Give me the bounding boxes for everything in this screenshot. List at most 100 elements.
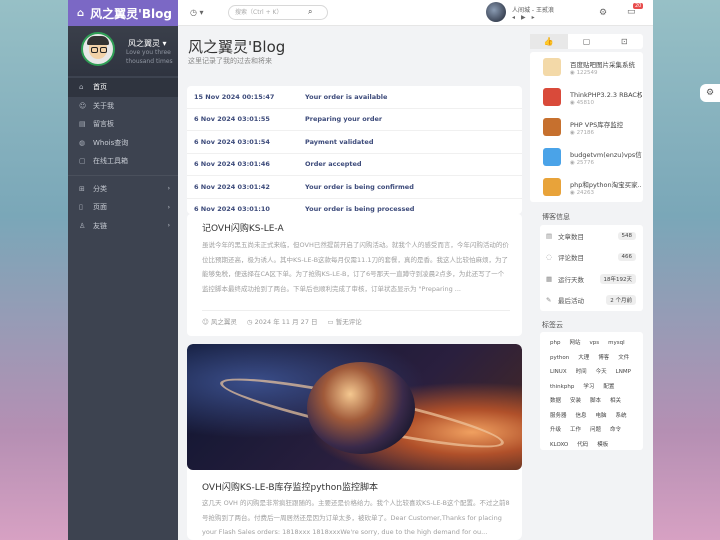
post-card: 记OVH闪购KS-LE-A 虽说今年的黑五尚未正式来临，但OVH已然提前开启了闪…: [187, 214, 522, 336]
tag[interactable]: thinkphp: [546, 382, 579, 391]
eye-icon: ◉: [570, 190, 575, 196]
grid-icon: ⊞: [79, 184, 85, 193]
timeline-row: 15 Nov 2024 00:15:47 Your order is availa…: [187, 86, 522, 109]
list-item[interactable]: PHP VPS库存监控 ◉ 27186: [530, 112, 643, 142]
message-icon: ▤: [79, 120, 86, 129]
search-icon[interactable]: ⌕: [308, 7, 312, 17]
post-excerpt: 虽说今年的黑五尚未正式来临，但OVH已然提前开启了闪购活动。就我个人的感受而言，…: [202, 241, 509, 294]
post-card: OVH闪购KS-LE-B库存监控python监控脚本 这几天 OVH 的闪购是非…: [187, 344, 522, 540]
tag[interactable]: 学习: [579, 382, 599, 391]
tag[interactable]: 信息: [572, 411, 592, 420]
tag[interactable]: 工作: [566, 425, 586, 434]
chat-icon[interactable]: ▢: [568, 34, 606, 49]
post-title[interactable]: OVH闪购KS-LE-B库存监控python监控脚本: [202, 480, 378, 493]
tag[interactable]: KLOXO: [546, 440, 573, 449]
tag[interactable]: 代码: [573, 440, 593, 449]
brand-link[interactable]: ⌂ 风之翼灵'Blog: [68, 0, 178, 26]
nav-item-pages[interactable]: ▯ 页面 ›: [68, 198, 178, 217]
nav-item-tools[interactable]: ▢ 在线工具箱: [68, 152, 178, 171]
search-input[interactable]: 搜索（Ctrl + K）: [228, 5, 328, 20]
nav-item-about[interactable]: ☺ 关于我: [68, 97, 178, 116]
page-subtitle: 这里记录了我的过去和将来: [188, 57, 272, 65]
tag-cloud: php 网站 vps mysql python 大理 博客 文件 LINUX 时…: [540, 332, 643, 450]
post-title[interactable]: 记OVH闪购KS-LE-A: [202, 221, 284, 234]
tag[interactable]: LINUX: [546, 367, 572, 376]
tag[interactable]: 相关: [606, 396, 626, 405]
order-timeline: 15 Nov 2024 00:15:47 Your order is availa…: [187, 86, 522, 214]
tag[interactable]: 数据: [546, 396, 566, 405]
tag[interactable]: 模板: [593, 440, 613, 449]
tag[interactable]: 今天: [592, 367, 612, 376]
blog-info: ▤ 文章数目 548 ◌ 评论数目 466 ▦ 运行天数 18年192天 ✎ 最后活动 2 个月…: [540, 225, 643, 311]
post-meta: ☺ 风之翼灵 ◷ 2024 年 11 月 27 日 ▭ 暂无评论: [202, 310, 510, 326]
author-meta[interactable]: ☺ 风之翼灵: [202, 316, 237, 326]
tag[interactable]: 升级: [546, 425, 566, 434]
tag[interactable]: 网站: [565, 338, 585, 347]
list-item[interactable]: ThinkPHP3.2.3 RBAC权限...◉ 45810: [530, 82, 643, 112]
nav-item-guestbook[interactable]: ▤ 留言板: [68, 115, 178, 134]
timeline-row: 6 Nov 2024 03:01:42 Your order is being c…: [187, 176, 522, 199]
nav-divider: [68, 174, 178, 176]
nav-item-home[interactable]: ⌂ 首页: [68, 78, 178, 97]
tag[interactable]: python: [546, 353, 574, 362]
nav-item-category[interactable]: ⊞ 分类 ›: [68, 180, 178, 199]
play-icon: ▶: [521, 14, 532, 21]
stat-days: ▦ 运行天数 18年192天: [540, 268, 643, 290]
tag[interactable]: 问题: [586, 425, 606, 434]
tag[interactable]: LNMP: [612, 367, 636, 376]
tag[interactable]: 大理: [574, 353, 594, 362]
hot-posts-list: 百度贴吧图片采集系统◉ 122549 ThinkPHP3.2.3 RBAC权限.…: [530, 52, 643, 202]
user-icon: ☺: [79, 101, 87, 110]
tag[interactable]: 配置: [599, 382, 619, 391]
tag[interactable]: 电脑: [592, 411, 612, 420]
clock-icon[interactable]: ◷ ▾: [190, 8, 204, 17]
music-cover[interactable]: [486, 2, 506, 22]
thumb-up-icon[interactable]: 👍: [530, 34, 568, 49]
sidebar: ⌂ 风之翼灵'Blog 风之翼灵 ▾ Love you three thousa…: [68, 0, 178, 540]
settings-icon[interactable]: ⚙: [599, 8, 607, 18]
tag[interactable]: 时间: [572, 367, 592, 376]
tag[interactable]: 文件: [614, 353, 634, 362]
list-item[interactable]: php和python淘宝买家... ◉ 24263: [530, 172, 643, 202]
file-icon: ▤: [546, 231, 553, 240]
top-bar: ◷ ▾ 搜索（Ctrl + K） ⌕ 人间城 - 王贰浪 ◂▶▸ ⚙ ▭ 20: [178, 0, 653, 26]
list-item[interactable]: 百度贴吧图片采集系统 ◉ 122549: [530, 52, 643, 82]
tools-icon: ▢: [79, 157, 86, 166]
link-icon: ♙: [79, 221, 86, 230]
page-title: 风之翼灵'Blog: [188, 38, 286, 56]
comment-icon: ▭: [327, 318, 334, 326]
timeline-row: 6 Nov 2024 03:01:54 Payment validated: [187, 131, 522, 154]
prev-icon: ◂: [512, 14, 522, 21]
tag[interactable]: mysql: [604, 338, 630, 347]
tag[interactable]: 服务器: [546, 411, 572, 420]
stat-posts: ▤ 文章数目 548: [540, 225, 643, 247]
chevron-right-icon: ›: [167, 222, 170, 230]
tag[interactable]: 脚本: [586, 396, 606, 405]
nav-item-whois[interactable]: ◍ Whois查询: [68, 134, 178, 153]
chevron-right-icon: ›: [167, 203, 170, 211]
settings-float-icon[interactable]: ⚙: [700, 84, 720, 102]
chevron-right-icon: ›: [167, 185, 170, 193]
profile-card: 风之翼灵 ▾ Love you three thousand times: [68, 26, 178, 76]
tag[interactable]: 安装: [566, 396, 586, 405]
tag[interactable]: 命令: [606, 425, 626, 434]
tag[interactable]: 博客: [594, 353, 614, 362]
comments-meta[interactable]: ▭ 暂无评论: [328, 316, 362, 326]
tag[interactable]: php: [546, 338, 565, 347]
tags-heading: 标签云: [542, 321, 563, 329]
gift-icon[interactable]: ⊡: [605, 34, 643, 49]
brand-title: 风之翼灵'Blog: [90, 6, 172, 21]
avatar[interactable]: [81, 32, 115, 66]
nav-item-links[interactable]: ♙ 友链 ›: [68, 217, 178, 236]
music-controls[interactable]: ◂▶▸: [512, 14, 541, 21]
list-item[interactable]: budgetvm(enzu)vps信... ◉ 25776: [530, 142, 643, 172]
post-cover-image[interactable]: [187, 344, 522, 470]
tag[interactable]: 系统: [612, 411, 632, 420]
chevron-down-icon: ▾: [162, 39, 167, 48]
tag[interactable]: vps: [585, 338, 604, 347]
home-icon: ⌂: [77, 7, 85, 19]
eye-icon: ◉: [570, 160, 575, 166]
info-heading: 博客信息: [542, 213, 570, 221]
globe-icon: ◍: [79, 138, 86, 147]
timeline-row: 6 Nov 2024 03:01:55 Preparing your order: [187, 109, 522, 131]
